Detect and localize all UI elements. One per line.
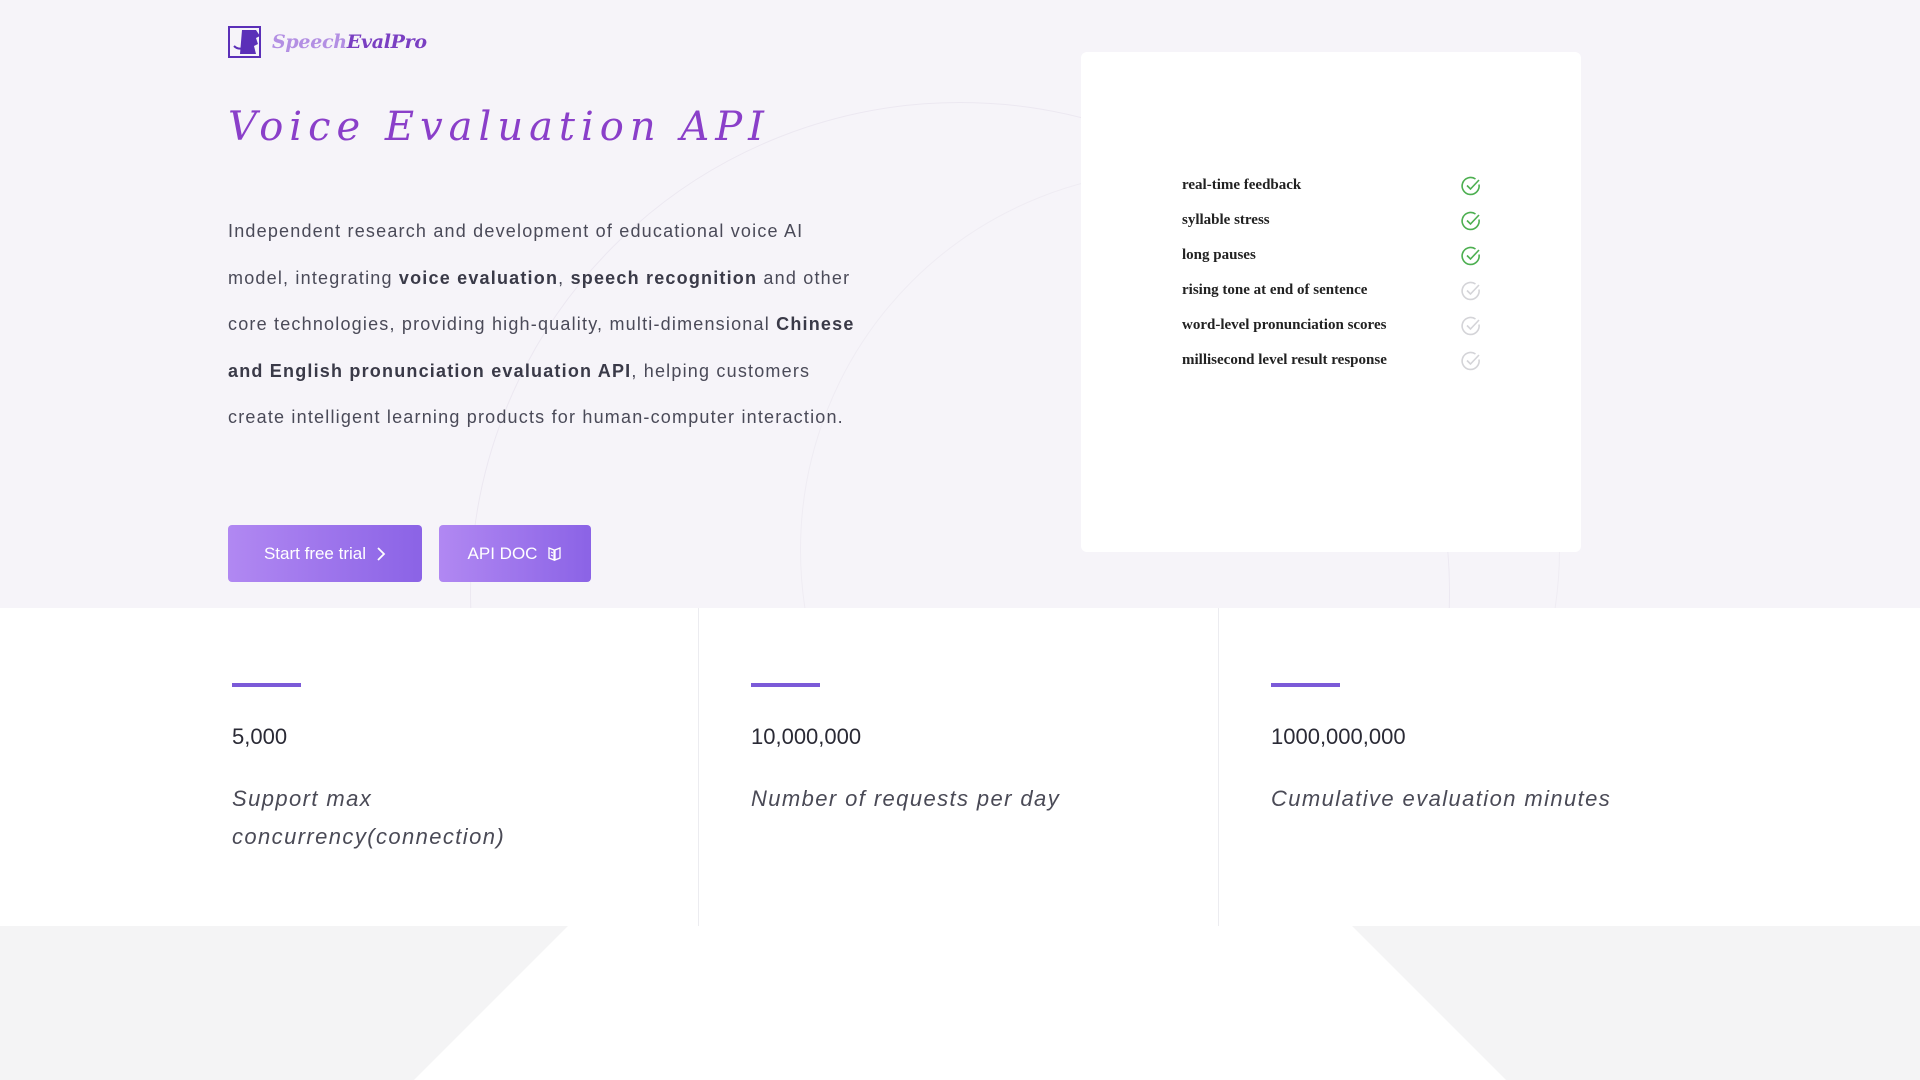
feature-label: long pauses: [1182, 247, 1256, 263]
logo[interactable]: SpeechEvalPro: [228, 26, 427, 58]
check-circle-inactive-icon: [1461, 281, 1480, 300]
stat-label: Support max concurrency(connection): [232, 786, 506, 849]
start-free-trial-label: Start free trial: [263, 543, 367, 563]
feature-item: long pauses: [1182, 238, 1482, 273]
stat-accent-bar: [1271, 683, 1340, 687]
feature-label: real-time feedback: [1182, 177, 1302, 193]
feature-label: rising tone at end of sentence: [1182, 282, 1368, 298]
feature-item: word-level pronunciation scores: [1182, 308, 1482, 343]
feature-label: word-level pronunciation scores: [1182, 317, 1387, 333]
feature-item: syllable stress: [1182, 203, 1482, 238]
feature-item: millisecond level result response: [1182, 343, 1482, 378]
chevron-right-icon: [377, 546, 386, 561]
start-free-trial-button[interactable]: Start free trial: [228, 525, 422, 582]
check-circle-icon: [1461, 176, 1480, 195]
feature-card: real-time feedback syllable stress long pa…: [1081, 52, 1581, 552]
stat-accent-bar: [232, 683, 301, 687]
stat-value: 1000,000,000: [1271, 724, 1406, 749]
decorative-trapezoid: [414, 926, 1506, 1080]
logo-mark-icon: [228, 26, 261, 58]
check-circle-inactive-icon: [1461, 316, 1480, 335]
stat-accent-bar: [751, 683, 820, 687]
stat-card: 5,000 Support max concurrency(connection…: [0, 608, 699, 926]
check-circle-icon: [1461, 246, 1480, 265]
book-icon: [548, 546, 562, 561]
bottom-section: [0, 926, 1920, 1080]
stat-card: 10,000,000 Number of requests per day: [699, 608, 1219, 926]
feature-list: real-time feedback syllable stress long pa…: [1182, 168, 1482, 378]
hero-section: SpeechEvalPro Voice Evaluation API Indep…: [0, 0, 1920, 608]
stat-value: 5,000: [232, 724, 288, 749]
feature-label: millisecond level result response: [1182, 352, 1387, 368]
stat-label: Number of requests per day: [751, 786, 1061, 811]
feature-item: rising tone at end of sentence: [1182, 273, 1482, 308]
stats-section: 5,000 Support max concurrency(connection…: [0, 608, 1920, 926]
stat-card: 1000,000,000 Cumulative evaluation minut…: [1219, 608, 1920, 926]
stat-value: 10,000,000: [751, 724, 862, 749]
feature-item: real-time feedback: [1182, 168, 1482, 203]
logo-text: SpeechEvalPro: [272, 31, 427, 53]
page-title: Voice Evaluation API: [228, 104, 770, 150]
api-doc-label: API DOC: [467, 543, 538, 563]
api-doc-button[interactable]: API DOC: [439, 525, 591, 582]
check-circle-inactive-icon: [1461, 351, 1480, 370]
intro-paragraph: Independent research and development of …: [228, 221, 855, 427]
check-circle-icon: [1461, 211, 1480, 230]
feature-label: syllable stress: [1182, 212, 1270, 228]
stat-label: Cumulative evaluation minutes: [1271, 786, 1612, 811]
